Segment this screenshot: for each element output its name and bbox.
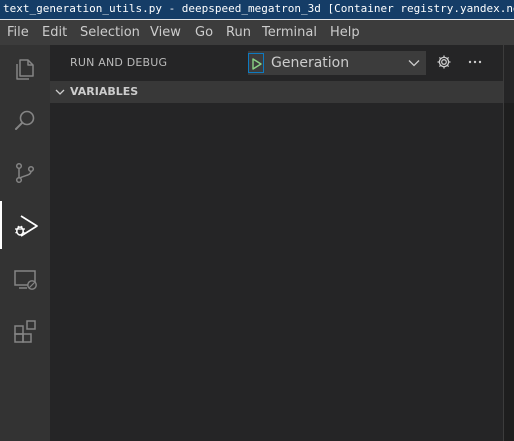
menu-terminal[interactable]: Terminal — [262, 25, 317, 41]
configuration-name: Generation — [271, 55, 350, 71]
menu-view[interactable]: View — [150, 25, 181, 41]
sidebar-title: RUN AND DEBUG — [70, 56, 168, 69]
menu-help[interactable]: Help — [330, 25, 360, 41]
activity-run-and-debug[interactable] — [0, 201, 50, 249]
more-actions-button[interactable] — [466, 53, 486, 73]
start-debugging-button[interactable] — [248, 53, 264, 73]
ellipsis-icon — [468, 60, 482, 64]
menu-selection[interactable]: Selection — [80, 25, 140, 41]
window-titlebar[interactable]: text_generation_utils.py - deepspeed_meg… — [0, 0, 514, 20]
source-control-icon — [15, 162, 35, 184]
menu-go[interactable]: Go — [195, 25, 213, 41]
activity-explorer[interactable] — [0, 45, 50, 93]
activity-search[interactable] — [0, 97, 50, 145]
editor-area — [504, 45, 514, 441]
remote-explorer-icon — [14, 270, 37, 290]
chevron-down-icon — [55, 89, 65, 95]
variables-section-header[interactable]: VARIABLES — [50, 81, 503, 103]
menu-run[interactable]: Run — [226, 25, 251, 41]
menu-bar: File Edit Selection View Go Run Terminal… — [0, 20, 514, 45]
menu-file[interactable]: File — [7, 25, 29, 41]
activity-bar — [0, 45, 50, 441]
extensions-icon — [14, 320, 36, 343]
variables-section-title: VARIABLES — [70, 85, 139, 98]
menu-edit[interactable]: Edit — [42, 25, 67, 41]
debug-configuration-select[interactable]: Generation — [248, 51, 426, 75]
active-indicator — [0, 201, 2, 249]
chevron-down-icon — [408, 60, 420, 67]
run-and-debug-sidebar: RUN AND DEBUG Generation VARIABLES — [50, 45, 503, 441]
activity-source-control[interactable] — [0, 149, 50, 197]
activity-extensions[interactable] — [0, 307, 50, 355]
window-title: text_generation_utils.py - deepspeed_meg… — [3, 2, 514, 15]
editor-tabstrip — [504, 45, 514, 103]
search-icon — [15, 110, 35, 130]
explorer-icon — [16, 59, 34, 80]
gear-icon — [437, 55, 451, 69]
vscode-window: text_generation_utils.py - deepspeed_meg… — [0, 0, 514, 441]
run-and-debug-icon — [15, 215, 38, 237]
play-icon — [252, 58, 262, 70]
sidebar-header: RUN AND DEBUG Generation — [50, 45, 503, 81]
open-launch-json-button[interactable] — [435, 53, 455, 73]
activity-remote-explorer[interactable] — [0, 255, 50, 303]
